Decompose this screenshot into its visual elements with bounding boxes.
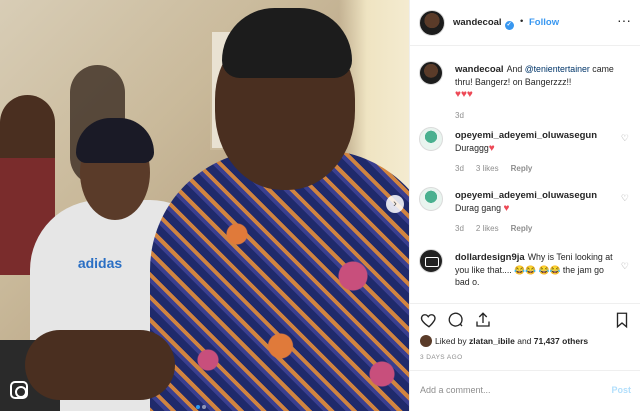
comment-text: dollardesign9ja Why is Teni looking at yo… <box>455 251 615 288</box>
author-name[interactable]: wandecoal <box>453 17 502 28</box>
comment-icon[interactable] <box>447 311 465 329</box>
comment-body: Duraggg <box>455 143 489 153</box>
liker-username[interactable]: zlatan_ibile <box>469 336 515 346</box>
share-icon[interactable] <box>474 311 492 329</box>
avatar[interactable] <box>419 61 443 85</box>
comment-meta: 3d 2 likes Reply <box>455 224 544 233</box>
post-date[interactable]: 3 DAYS AGO <box>420 354 463 361</box>
reply-button[interactable]: Reply <box>511 224 533 233</box>
comment-age: 3d <box>455 164 464 173</box>
avatar[interactable] <box>419 187 443 211</box>
avatar[interactable] <box>419 249 443 273</box>
likes-summary: Liked by zlatan_ibile and 71,437 others <box>420 335 588 347</box>
caption-meta: 3d <box>455 111 476 120</box>
caption-age: 3d <box>455 111 464 120</box>
likes-count[interactable]: 71,437 others <box>534 336 588 346</box>
bookmark-icon[interactable] <box>613 311 631 329</box>
follow-button[interactable]: Follow <box>529 17 559 28</box>
instagram-post: adidas › wandecoal ✓ • Follow ··· wandec… <box>0 0 640 411</box>
post-header: wandecoal ✓ • Follow ··· <box>410 0 640 46</box>
comment-username[interactable]: dollardesign9ja <box>455 252 525 263</box>
comment-username[interactable]: opeyemi_adeyemi_oluwasegun <box>455 130 597 141</box>
more-options-icon[interactable]: ··· <box>617 12 631 28</box>
comments-list[interactable]: wandecoal And @tenientertainer came thru!… <box>410 47 640 297</box>
hearts-emoji: ♥♥♥ <box>455 89 473 100</box>
man-durag <box>222 8 352 78</box>
comment-likes[interactable]: 2 likes <box>476 224 499 233</box>
author-username[interactable]: wandecoal ✓ <box>453 17 514 30</box>
post-sidebar: wandecoal ✓ • Follow ··· wandecoal And @te… <box>409 0 640 411</box>
comment-input[interactable]: Add a comment... <box>420 385 491 395</box>
heart-outline-icon[interactable]: ♡ <box>621 193 629 204</box>
carousel-dot[interactable] <box>196 405 200 409</box>
avatar[interactable] <box>419 10 445 36</box>
likes-prefix: Liked by <box>435 336 470 346</box>
comment-username[interactable]: opeyemi_adeyemi_oluwasegun <box>455 190 597 201</box>
heart-emoji: ♥ <box>488 143 495 154</box>
caption-text-part: And <box>506 64 525 74</box>
likes-middle: and <box>514 336 534 346</box>
avatar[interactable] <box>419 127 443 151</box>
comment-meta: 3d 3 likes Reply <box>455 164 544 173</box>
reply-button[interactable]: Reply <box>511 164 533 173</box>
post-button[interactable]: Post <box>611 385 631 395</box>
comment-body: Durag gang <box>455 203 501 213</box>
comment-text: opeyemi_adeyemi_oluwasegun Duraggg♥ <box>455 129 615 155</box>
hands <box>25 330 175 400</box>
carousel-dot[interactable] <box>202 405 206 409</box>
liker-avatar[interactable] <box>420 335 432 347</box>
mention-link[interactable]: @tenientertainer <box>525 64 590 74</box>
comment-text: opeyemi_adeyemi_oluwasegun Durag gang ♥ <box>455 189 615 215</box>
caption-text: wandecoal And @tenientertainer came thru!… <box>455 63 615 101</box>
instagram-badge-icon <box>10 381 28 399</box>
comment-likes[interactable]: 3 likes <box>476 164 499 173</box>
heart-icon[interactable] <box>420 311 438 329</box>
separator-dot: • <box>520 16 524 27</box>
comment-age: 3d <box>455 224 464 233</box>
add-comment-bar: Add a comment... Post <box>410 370 640 411</box>
heart-emoji: ♥ <box>503 203 510 214</box>
next-arrow-icon[interactable]: › <box>386 195 404 213</box>
action-bar <box>410 303 640 335</box>
shirt-logo: adidas <box>77 255 123 271</box>
post-photo[interactable]: adidas › <box>0 0 409 411</box>
caption-username[interactable]: wandecoal <box>455 64 504 75</box>
verified-icon: ✓ <box>504 21 514 30</box>
heart-outline-icon[interactable]: ♡ <box>621 133 629 144</box>
carousel-dots <box>195 396 207 411</box>
heart-outline-icon[interactable]: ♡ <box>621 261 629 272</box>
